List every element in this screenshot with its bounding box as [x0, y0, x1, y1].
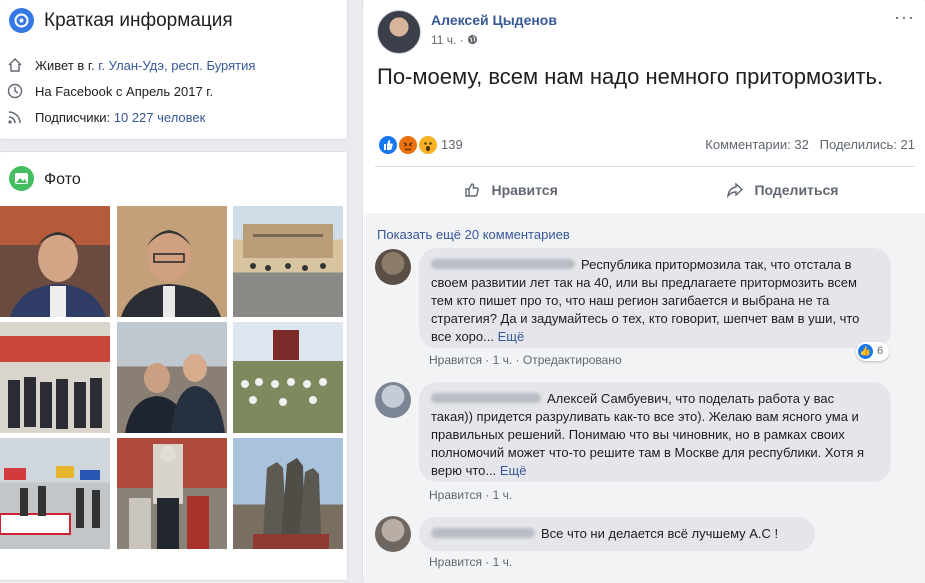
like-reaction-icon: [377, 134, 399, 156]
clock-icon: [7, 83, 23, 102]
shares-count[interactable]: Поделились: 21: [820, 137, 915, 152]
comment-avatar[interactable]: [375, 249, 411, 285]
wow-reaction-icon: [417, 134, 439, 156]
comment-bubble: Алексей Самбуевич, что поделать работа у…: [419, 382, 891, 482]
share-button[interactable]: Поделиться: [726, 181, 838, 201]
like-badge-icon: 👍: [858, 344, 873, 359]
reaction-count[interactable]: 139: [441, 137, 463, 152]
see-more-link[interactable]: Ещё: [500, 463, 527, 478]
globe-small-icon: [467, 33, 478, 47]
followers-row: Подписчики: 10 227 человек: [7, 109, 205, 128]
photos-title[interactable]: Фото: [44, 171, 81, 189]
comment-time[interactable]: 1 ч.: [493, 488, 513, 502]
post-time[interactable]: 11 ч. ·: [431, 33, 478, 47]
lives-in-prefix: Живет в г.: [35, 57, 99, 73]
comment-likes-badge[interactable]: 👍 6: [856, 342, 890, 361]
comment-meta: Нравится · 1 ч.: [429, 555, 513, 569]
comment-avatar[interactable]: [375, 516, 411, 552]
comment-text: Все что ни делается всё лучшему А.С !: [541, 526, 779, 541]
post-text: По-моему, всем нам надо немного притормо…: [377, 64, 884, 89]
globe-icon: [9, 8, 34, 33]
comment-time[interactable]: 1 ч.: [493, 555, 513, 569]
photo-icon: [9, 166, 34, 191]
photos-card: Фото: [0, 151, 348, 581]
followers-link[interactable]: 10 227 человек: [114, 110, 206, 125]
author-name[interactable]: Алексей Цыденов: [431, 12, 557, 28]
intro-card: Краткая информация Живет в г. г. Улан-Уд…: [0, 0, 348, 140]
photo-thumb[interactable]: [117, 438, 227, 549]
lives-in-link[interactable]: г. Улан-Удэ, респ. Бурятия: [98, 58, 255, 73]
author-avatar[interactable]: [377, 10, 421, 54]
photo-thumb[interactable]: [233, 438, 343, 549]
comment-bubble: Республика притормозила так, что отстала…: [419, 248, 891, 348]
comment-text: Алексей Самбуевич, что поделать работа у…: [431, 391, 865, 478]
comments-count[interactable]: Комментарии: 32: [705, 137, 809, 152]
joined-row: На Facebook с Апрель 2017 г.: [7, 83, 213, 102]
lives-in-row: Живет в г. г. Улан-Удэ, респ. Бурятия: [7, 57, 255, 76]
comment-like-link[interactable]: Нравится: [429, 488, 482, 502]
like-button[interactable]: Нравится: [463, 181, 558, 201]
followers-prefix: Подписчики:: [35, 109, 114, 125]
see-more-link[interactable]: Ещё: [498, 329, 525, 344]
photo-thumb[interactable]: [233, 322, 343, 433]
comment-likes-count: 6: [877, 345, 884, 357]
photo-thumb[interactable]: [117, 206, 227, 317]
comment-meta: Нравится · 1 ч.: [429, 488, 513, 502]
photo-thumb[interactable]: [0, 438, 110, 549]
joined-text: На Facebook с Апрель 2017 г.: [35, 83, 214, 99]
photo-thumb[interactable]: [0, 206, 110, 317]
share-icon: [726, 182, 748, 200]
thumbs-up-icon: [463, 183, 485, 200]
share-label[interactable]: Поделиться: [754, 182, 838, 198]
commenter-name-blurred[interactable]: [431, 528, 535, 538]
home-icon: [7, 57, 23, 76]
commenter-name-blurred[interactable]: [431, 259, 575, 269]
show-more-comments[interactable]: Показать ещё 20 комментариев: [377, 227, 570, 242]
rss-icon: [7, 109, 23, 128]
angry-reaction-icon: [397, 134, 419, 156]
comment-like-link[interactable]: Нравится: [429, 353, 482, 367]
photo-thumb[interactable]: [0, 322, 110, 433]
comment-bubble: Все что ни делается всё лучшему А.С !: [419, 517, 815, 551]
comment-time[interactable]: 1 ч.: [493, 353, 513, 367]
comment-like-link[interactable]: Нравится: [429, 555, 482, 569]
intro-title: Краткая информация: [44, 10, 233, 31]
more-options-icon[interactable]: ···: [894, 7, 915, 28]
photo-thumb[interactable]: [233, 206, 343, 317]
post-card: Алексей Цыденов 11 ч. · ··· По-моему, вс…: [362, 0, 925, 583]
comment-text: Республика притормозила так, что отстала…: [431, 257, 860, 344]
photo-thumb[interactable]: [117, 322, 227, 433]
comment-meta: Нравится · 1 ч. · Отредактировано: [429, 353, 622, 367]
comment-edited[interactable]: Отредактировано: [523, 353, 622, 367]
post-stats: Комментарии: 32 Поделились: 21: [705, 137, 915, 152]
like-label[interactable]: Нравится: [491, 182, 557, 198]
comment-avatar[interactable]: [375, 382, 411, 418]
post-time-text[interactable]: 11 ч. ·: [431, 33, 464, 47]
divider: [375, 166, 915, 167]
commenter-name-blurred[interactable]: [431, 393, 541, 403]
